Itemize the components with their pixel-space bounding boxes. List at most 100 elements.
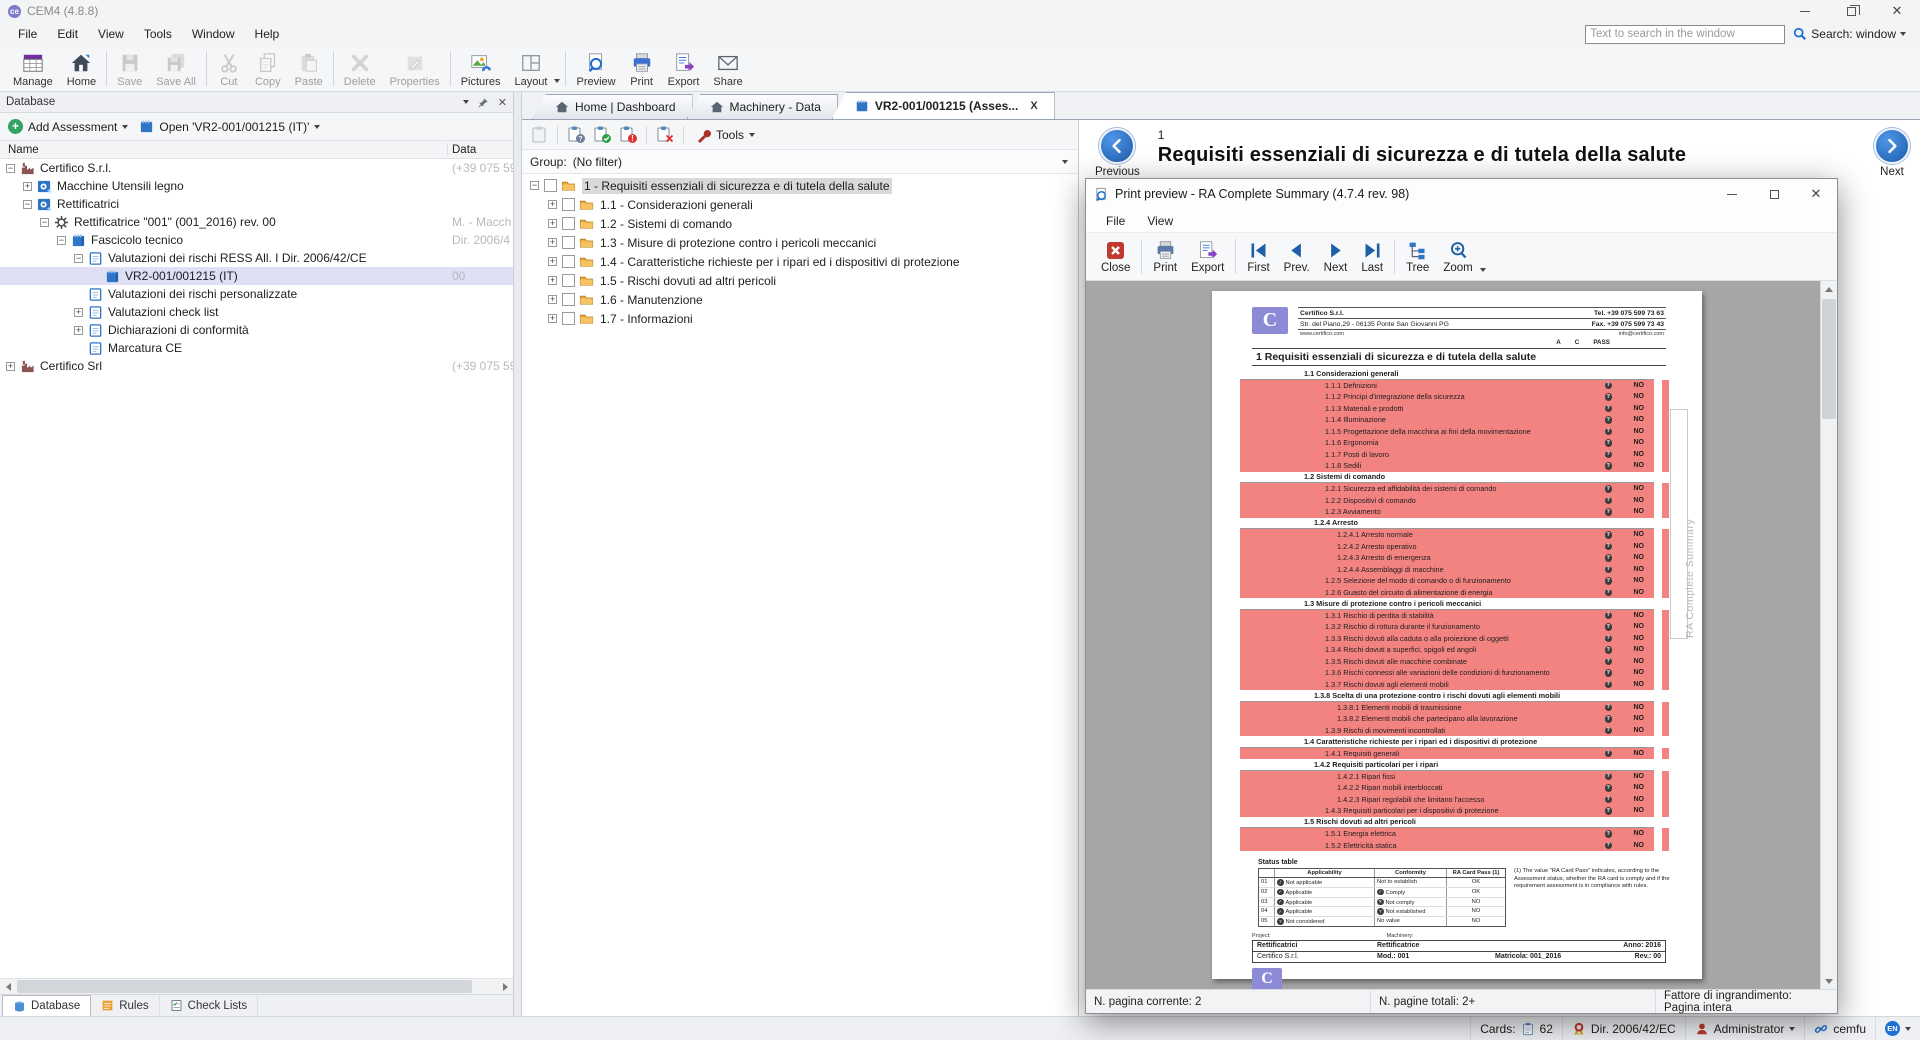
checkbox[interactable] (562, 255, 575, 268)
collapse-icon[interactable]: − (40, 218, 49, 227)
collapse-icon[interactable]: − (74, 254, 83, 263)
scroll-up-arrow[interactable] (1821, 281, 1837, 297)
user-caret[interactable] (1789, 1027, 1795, 1031)
scrollbar-thumb[interactable] (17, 980, 472, 993)
preview-close-button[interactable]: Close (1094, 233, 1137, 280)
menu-edit[interactable]: Edit (47, 24, 88, 44)
ress-tree-row[interactable]: +1.3 - Misure di protezione contro i per… (522, 233, 1078, 252)
dock-tab-rules[interactable]: Rules (91, 995, 159, 1016)
tree-row[interactable]: −Certifico S.r.l.(+39 075 59 (0, 159, 513, 177)
expand-icon[interactable]: + (74, 326, 83, 335)
tree-view-button[interactable]: Tree (1399, 233, 1436, 280)
checkbox[interactable] (544, 179, 557, 192)
ress-tree-row[interactable]: +1.7 - Informazioni (522, 309, 1078, 328)
menu-help[interactable]: Help (245, 24, 290, 44)
tree-row[interactable]: +Dichiarazioni di conformità (0, 321, 513, 339)
dock-tab-database[interactable]: Database (2, 995, 91, 1016)
user-indicator[interactable]: Administrator (1685, 1017, 1805, 1040)
dialog-maximize-button[interactable] (1753, 179, 1795, 209)
menu-window[interactable]: Window (182, 24, 245, 44)
close-button[interactable]: ✕ (1874, 0, 1920, 22)
expand-icon[interactable]: + (548, 257, 557, 266)
card-delete-icon[interactable] (654, 124, 676, 146)
previous-button[interactable] (1099, 128, 1135, 164)
ress-tree-row[interactable]: +1.5 - Rischi dovuti ad altri pericoli (522, 271, 1078, 290)
open-assessment-button[interactable]: Open 'VR2-001/001215 (IT)' (139, 119, 320, 134)
properties-button[interactable]: Properties (383, 46, 447, 91)
previous-page-button[interactable]: Prev. (1277, 233, 1317, 280)
cut-button[interactable]: Cut (210, 46, 248, 91)
window-search-input[interactable] (1585, 25, 1785, 44)
collapse-icon[interactable]: − (6, 164, 15, 173)
first-page-button[interactable]: First (1240, 233, 1276, 280)
ress-tree-row[interactable]: +1.1 - Considerazioni generali (522, 195, 1078, 214)
dialog-close-button[interactable]: ✕ (1795, 179, 1837, 209)
directive-indicator[interactable]: Dir. 2006/42/EC (1562, 1017, 1685, 1040)
tree-row[interactable]: Valutazioni dei rischi personalizzate (0, 285, 513, 303)
preview-scrollbar-thumb[interactable] (1822, 299, 1836, 419)
card-comply-icon[interactable] (591, 124, 613, 146)
copy-button[interactable]: Copy (248, 46, 288, 91)
restore-button[interactable] (1828, 0, 1874, 22)
scroll-left-arrow[interactable] (0, 979, 16, 994)
dialog-menu-file[interactable]: File (1096, 212, 1135, 230)
collapse-icon[interactable]: − (23, 200, 32, 209)
tree-row[interactable]: −Rettificatrici (0, 195, 513, 213)
ress-tree-row[interactable]: +1.2 - Sistemi di comando (522, 214, 1078, 233)
zoom-button[interactable]: Zoom (1436, 233, 1479, 280)
tree-row[interactable]: +Valutazioni check list (0, 303, 513, 321)
pictures-button[interactable]: Pictures (454, 46, 508, 91)
dialog-minimize-button[interactable] (1711, 179, 1753, 209)
expand-icon[interactable]: + (548, 314, 557, 323)
dock-tab-check-lists[interactable]: Check Lists (160, 995, 258, 1016)
checkbox[interactable] (562, 217, 575, 230)
scroll-down-arrow[interactable] (1821, 973, 1837, 989)
save-button[interactable]: Save (110, 46, 149, 91)
share-button[interactable]: Share (706, 46, 749, 91)
checkbox[interactable] (562, 198, 575, 211)
save-all-button[interactable]: Save All (149, 46, 203, 91)
scroll-right-arrow[interactable] (497, 979, 513, 994)
add-assessment-caret[interactable] (122, 125, 128, 129)
horizontal-scrollbar[interactable] (0, 978, 513, 994)
ress-tree-row[interactable]: −1 - Requisiti essenziali di sicurezza e… (522, 176, 1078, 195)
tools-dropdown-button[interactable]: Tools (691, 127, 759, 143)
tree-row[interactable]: +Macchine Utensili legno (0, 177, 513, 195)
tab-close-icon[interactable]: X (1030, 100, 1037, 112)
expand-icon[interactable]: + (23, 182, 32, 191)
menu-view[interactable]: View (88, 24, 134, 44)
print-button[interactable]: Print (623, 46, 661, 91)
tab-assessment-vr2[interactable]: VR2-001/001215 (Asses... X (832, 92, 1055, 119)
tree-row[interactable]: −Valutazioni dei rischi RESS All. I Dir.… (0, 249, 513, 267)
tree-row[interactable]: +Certifico Srl(+39 075 59 (0, 357, 513, 375)
minimize-button[interactable] (1782, 0, 1828, 22)
checkbox[interactable] (562, 312, 575, 325)
preview-surface[interactable]: C Certifico S.r.l. Tel. +39 075 599 73 6… (1086, 281, 1837, 989)
tree-row[interactable]: −Fascicolo tecnicoDir. 2006/4 (0, 231, 513, 249)
tree-row[interactable]: Marcatura CE (0, 339, 513, 357)
expand-icon[interactable]: + (548, 200, 557, 209)
expand-icon[interactable]: + (548, 238, 557, 247)
ress-tree-row[interactable]: +1.4 - Caratteristiche richieste per i r… (522, 252, 1078, 271)
tab-machinery-data[interactable]: Machinery - Data (687, 94, 838, 119)
next-page-button[interactable]: Next (1317, 233, 1355, 280)
card-blank-icon[interactable] (528, 124, 550, 146)
expand-icon[interactable]: + (6, 362, 15, 371)
last-page-button[interactable]: Last (1354, 233, 1390, 280)
pin-icon[interactable] (478, 97, 489, 108)
tree-row[interactable]: VR2-001/001215 (IT)00 (0, 267, 513, 285)
preview-export-button[interactable]: Export (1184, 233, 1231, 280)
menu-file[interactable]: File (8, 24, 47, 44)
panel-splitter[interactable] (514, 92, 522, 1016)
language-caret[interactable] (1905, 1027, 1911, 1031)
preview-scrollbar[interactable] (1820, 281, 1837, 989)
expand-icon[interactable]: + (548, 276, 557, 285)
tab-home-dashboard[interactable]: Home | Dashboard (532, 94, 693, 119)
panel-menu-caret[interactable] (463, 100, 469, 104)
menu-tools[interactable]: Tools (134, 24, 182, 44)
tools-caret[interactable] (749, 133, 755, 137)
paste-button[interactable]: Paste (288, 46, 330, 91)
checkbox[interactable] (562, 274, 575, 287)
collapse-icon[interactable]: − (530, 181, 539, 190)
search-window-button[interactable]: Search: window (1793, 27, 1906, 41)
